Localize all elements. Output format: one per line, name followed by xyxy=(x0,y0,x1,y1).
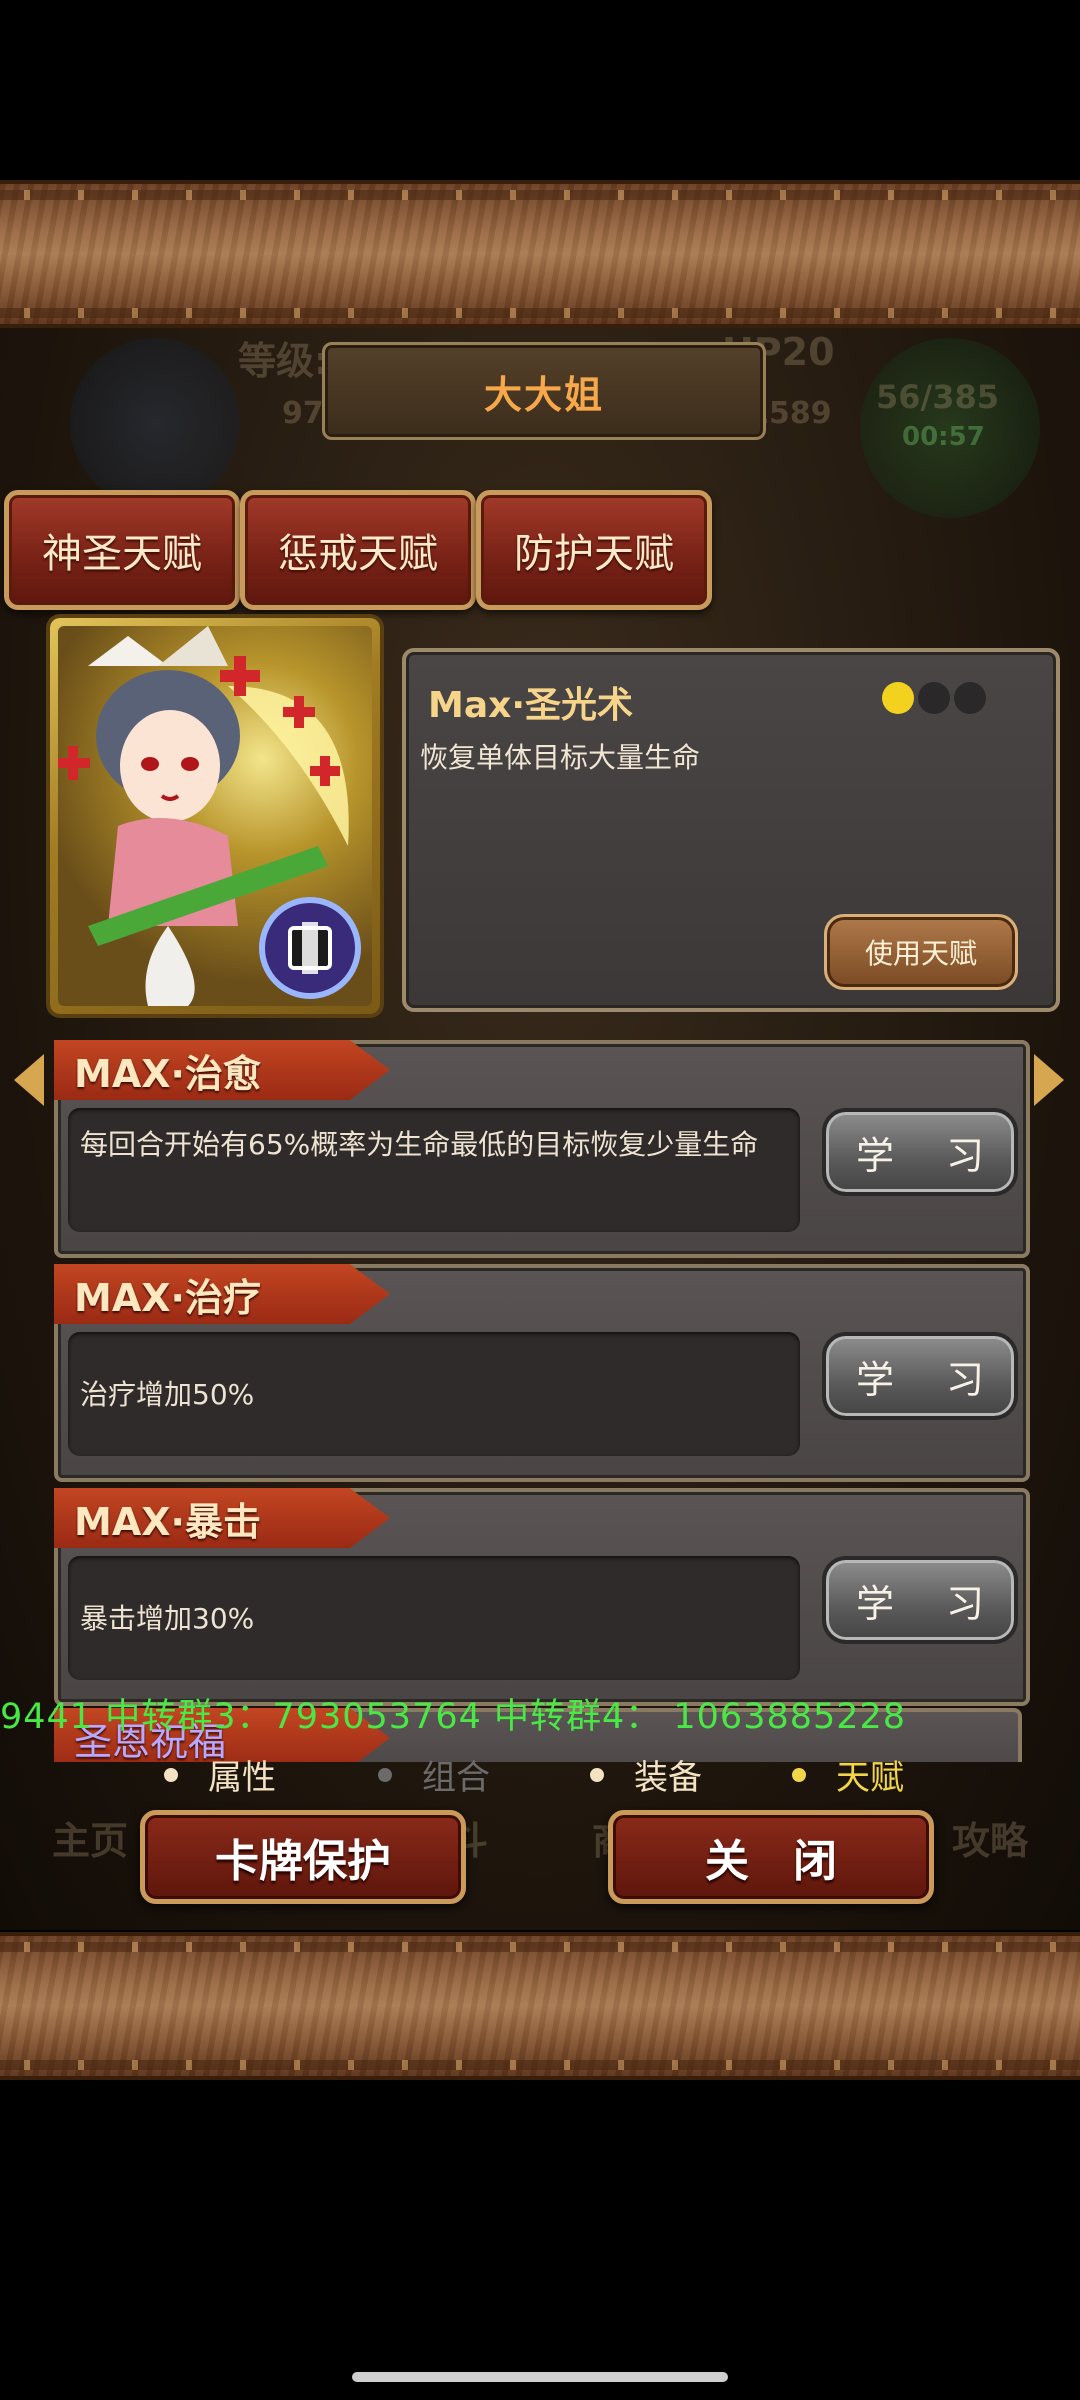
tab-protection-talent[interactable]: 防护天赋 xyxy=(476,490,712,610)
prev-arrow-icon[interactable] xyxy=(14,1054,44,1106)
dot-icon xyxy=(378,1767,392,1782)
page-tab-attributes[interactable]: 属性 xyxy=(164,1750,276,1799)
close-button[interactable]: 关 闭 xyxy=(608,1810,934,1904)
talent-name-ribbon: MAX·暴击 xyxy=(54,1488,390,1548)
talent-name-ribbon: MAX·治愈 xyxy=(54,1040,390,1100)
skill-level-dot-3 xyxy=(954,682,986,714)
talent-row-crit: MAX·暴击 暴击增加30% 学 习 xyxy=(54,1488,1030,1706)
tab-holy-talent[interactable]: 神圣天赋 xyxy=(4,490,240,610)
home-indicator[interactable] xyxy=(352,2372,728,2382)
card-protect-button[interactable]: 卡牌保护 xyxy=(140,1810,466,1904)
dot-icon xyxy=(590,1767,604,1782)
talent-description: 治疗增加50% xyxy=(68,1332,800,1456)
learn-button[interactable]: 学 习 xyxy=(822,1556,1018,1644)
tab-retribution-talent[interactable]: 惩戒天赋 xyxy=(240,490,476,610)
talent-row-treatment: MAX·治疗 治疗增加50% 学 习 xyxy=(54,1264,1030,1482)
talent-description: 每回合开始有65%概率为生命最低的目标恢复少量生命 xyxy=(68,1108,800,1232)
page-tab-talent[interactable]: 天赋 xyxy=(792,1750,904,1799)
talent-name: MAX·治愈 xyxy=(74,1051,261,1096)
bottom-ornate-band xyxy=(0,1932,1080,2080)
talent-description: 暴击增加30% xyxy=(68,1556,800,1680)
talent-row-heal: MAX·治愈 每回合开始有65%概率为生命最低的目标恢复少量生命 学 习 xyxy=(54,1040,1030,1258)
skill-level-dot-2 xyxy=(918,682,950,714)
talent-name: MAX·治疗 xyxy=(74,1275,261,1320)
page-tab-label: 天赋 xyxy=(836,1758,904,1798)
scrolling-notice: 9441 中转群3：793053764 中转群4： 1063885228 xyxy=(0,1697,907,1737)
use-talent-button[interactable]: 使用天赋 xyxy=(824,914,1018,990)
close-label: 关 闭 xyxy=(705,1836,837,1887)
page-tab-combo[interactable]: 组合 xyxy=(378,1750,490,1799)
learn-button[interactable]: 学 习 xyxy=(822,1108,1018,1196)
learn-label: 学 习 xyxy=(855,1133,1005,1178)
page-tab-equipment[interactable]: 装备 xyxy=(590,1750,702,1799)
dot-icon xyxy=(164,1767,178,1782)
active-skill-panel: Max·圣光术 恢复单体目标大量生命 使用天赋 xyxy=(402,648,1060,1012)
use-talent-label: 使用天赋 xyxy=(864,937,977,970)
hero-name-plate: 大大姐 xyxy=(322,342,766,440)
talent-name-ribbon: MAX·治疗 xyxy=(54,1264,390,1324)
next-arrow-icon[interactable] xyxy=(1034,1054,1064,1106)
skill-level-dot-1 xyxy=(882,682,914,714)
hero-illustration xyxy=(58,626,361,1006)
nav-guide: 攻略 xyxy=(951,1819,1028,1863)
card-protect-label: 卡牌保护 xyxy=(215,1836,391,1887)
energy-timer: 00:57 xyxy=(902,422,985,452)
avatar-ring xyxy=(70,338,240,508)
active-skill-description: 恢复单体目标大量生命 xyxy=(420,741,701,774)
page-tab-label: 属性 xyxy=(208,1758,276,1798)
hero-portrait-card[interactable] xyxy=(50,618,380,1014)
talent-name: MAX·暴击 xyxy=(74,1499,261,1544)
energy-text: 56/385 xyxy=(876,378,1000,416)
active-skill-name: Max·圣光术 xyxy=(428,685,634,726)
dot-icon xyxy=(792,1767,806,1782)
page-tab-label: 组合 xyxy=(422,1758,490,1798)
learn-label: 学 习 xyxy=(855,1581,1005,1626)
tab-retribution-label: 惩戒天赋 xyxy=(278,531,438,577)
top-ornate-band xyxy=(0,180,1080,328)
tab-holy-label: 神圣天赋 xyxy=(42,531,202,577)
hero-portrait-art xyxy=(58,626,372,1006)
page-tab-label: 装备 xyxy=(634,1758,702,1798)
tab-protection-label: 防护天赋 xyxy=(514,531,674,577)
nav-home: 主页 xyxy=(51,1819,128,1863)
hero-name: 大大姐 xyxy=(483,372,604,417)
learn-label: 学 习 xyxy=(855,1357,1005,1402)
learn-button[interactable]: 学 习 xyxy=(822,1332,1018,1420)
